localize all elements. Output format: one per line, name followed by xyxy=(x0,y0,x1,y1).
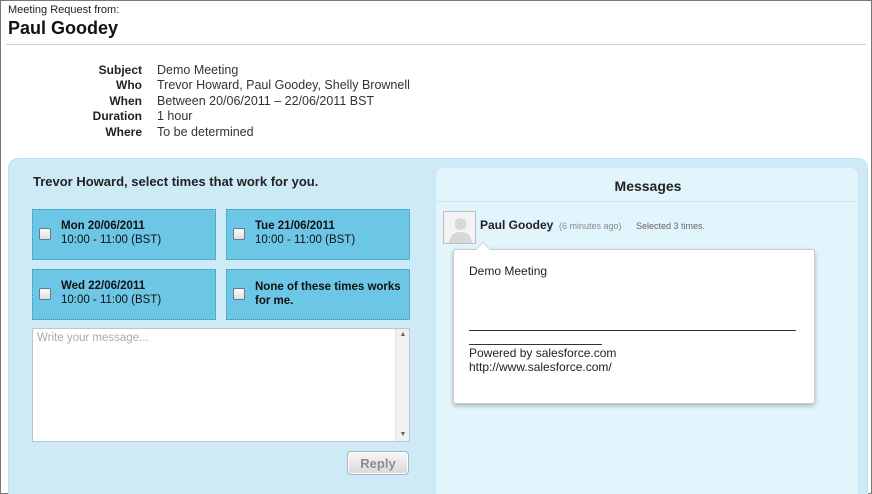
detail-row-where: Where To be determined xyxy=(60,124,410,140)
detail-value: 1 hour xyxy=(157,109,193,124)
reply-button[interactable]: Reply xyxy=(347,451,409,475)
detail-label: Duration xyxy=(92,109,142,124)
user-silhouette-icon xyxy=(443,211,476,244)
signature-url: http://www.salesforce.com/ xyxy=(469,360,612,374)
signature-divider-short xyxy=(469,344,602,345)
detail-row-when: When Between 20/06/2011 – 22/06/2011 BST xyxy=(60,93,410,109)
message-textarea[interactable] xyxy=(33,329,393,439)
slot-checkbox[interactable] xyxy=(233,288,245,300)
meeting-details: Subject Demo Meeting Who Trevor Howard, … xyxy=(60,62,410,140)
slot-day: Mon 20/06/2011 xyxy=(61,220,145,232)
detail-value: To be determined xyxy=(157,124,254,139)
slot-day: Tue 21/06/2011 xyxy=(255,220,335,232)
message-body-subject: Demo Meeting xyxy=(469,264,548,278)
scroll-up-arrow-icon[interactable]: ▲ xyxy=(396,329,410,341)
detail-label: When xyxy=(109,93,142,108)
detail-value: Demo Meeting xyxy=(157,62,239,77)
detail-value: Between 20/06/2011 – 22/06/2011 BST xyxy=(157,93,375,108)
meeting-request-label: Meeting Request from: xyxy=(8,4,120,16)
slot-checkbox[interactable] xyxy=(39,288,51,300)
signature-divider xyxy=(469,330,796,331)
detail-row-who: Who Trevor Howard, Paul Goodey, Shelly B… xyxy=(60,78,410,94)
detail-row-subject: Subject Demo Meeting xyxy=(60,62,410,78)
time-slot-mon[interactable]: Mon 20/06/2011 10:00 - 11:00 (BST) xyxy=(32,209,216,260)
slot-none-label: None of these times works for me. xyxy=(255,281,401,307)
slot-day: Wed 22/06/2011 xyxy=(61,280,146,292)
scroll-down-arrow-icon[interactable]: ▼ xyxy=(396,429,410,441)
select-times-title: Trevor Howard, select times that work fo… xyxy=(33,174,319,189)
bubble-pointer-fill xyxy=(476,243,490,250)
detail-label: Subject xyxy=(98,62,142,77)
slot-checkbox[interactable] xyxy=(233,228,245,240)
slot-time: 10:00 - 11:00 (BST) xyxy=(61,234,162,246)
message-input-box: ▲ ▼ xyxy=(32,328,410,442)
detail-value: Trevor Howard, Paul Goodey, Shelly Brown… xyxy=(157,78,410,93)
organizer-name: Paul Goodey xyxy=(8,18,119,38)
powered-by-text: Powered by salesforce.com xyxy=(469,346,617,360)
messages-divider xyxy=(436,201,858,202)
header-divider xyxy=(6,44,866,45)
textarea-scrollbar[interactable]: ▲ ▼ xyxy=(395,329,409,441)
message-status: Selected 3 times. xyxy=(636,221,706,231)
message-author[interactable]: Paul Goodey xyxy=(480,218,553,232)
detail-label: Where xyxy=(105,124,142,139)
detail-row-duration: Duration 1 hour xyxy=(60,109,410,125)
detail-label: Who xyxy=(116,78,142,93)
message-bubble: Demo Meeting Powered by salesforce.com h… xyxy=(453,242,815,404)
slot-time: 10:00 - 11:00 (BST) xyxy=(255,234,356,246)
message-timestamp: (6 minutes ago) xyxy=(559,221,622,231)
time-slot-none[interactable]: None of these times works for me. xyxy=(226,269,410,320)
time-slot-tue[interactable]: Tue 21/06/2011 10:00 - 11:00 (BST) xyxy=(226,209,410,260)
slot-time: 10:00 - 11:00 (BST) xyxy=(61,294,162,306)
slot-checkbox[interactable] xyxy=(39,228,51,240)
time-slot-wed[interactable]: Wed 22/06/2011 10:00 - 11:00 (BST) xyxy=(32,269,216,320)
messages-title: Messages xyxy=(614,178,682,194)
